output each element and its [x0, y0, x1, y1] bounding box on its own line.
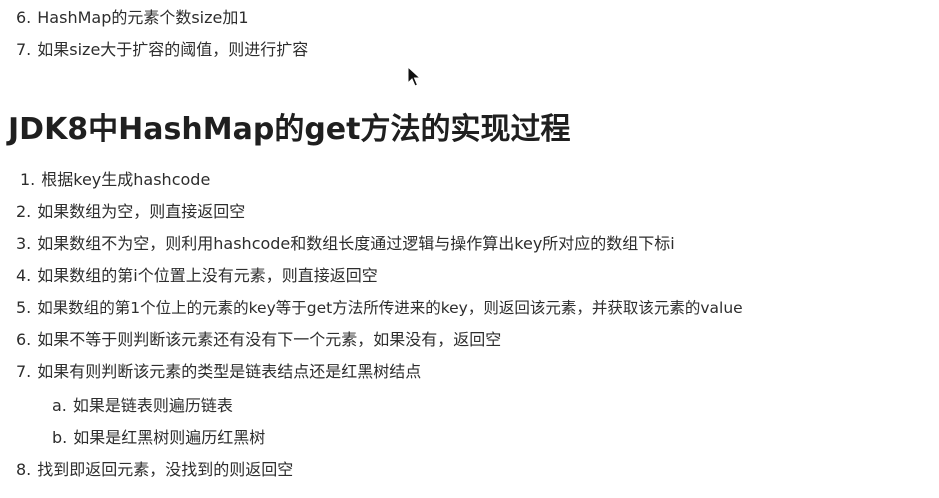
list-item-text: 根据key生成hashcode: [41, 170, 211, 189]
list-item-text: 如果数组为空，则直接返回空: [37, 202, 246, 221]
list-item-text: 如果数组不为空，则利用hashcode和数组长度通过逻辑与操作算出key所对应的…: [37, 234, 675, 253]
list-item-number: 6.: [16, 8, 32, 27]
list-item-number: 1.: [20, 170, 36, 189]
list-item: 8. 找到即返回元素，没找到的则返回空: [16, 460, 293, 480]
list-item-text: 如果数组的第1个位上的元素的key等于get方法所传进来的key，则返回该元素，…: [37, 299, 743, 317]
list-item-number: 8.: [16, 460, 32, 479]
list-item-number: 2.: [16, 202, 32, 221]
list-item-text: 如果size大于扩容的阈值，则进行扩容: [37, 40, 309, 59]
list-item-number: 4.: [16, 266, 32, 285]
list-item: b. 如果是红黑树则遍历红黑树: [52, 428, 265, 448]
list-item-text: 如果有则判断该元素的类型是链表结点还是红黑树结点: [37, 362, 422, 381]
list-item: 5. 如果数组的第1个位上的元素的key等于get方法所传进来的key，则返回该元…: [16, 298, 743, 318]
list-item-number: 7.: [16, 40, 32, 59]
list-item-number: a.: [52, 396, 67, 415]
list-item-text: 如果不等于则判断该元素还有没有下一个元素，如果没有，返回空: [37, 330, 502, 349]
list-item: 6. HashMap的元素个数size加1: [16, 8, 249, 28]
list-item-number: 5.: [16, 298, 32, 317]
list-item: a. 如果是链表则遍历链表: [52, 396, 233, 416]
list-item: 2. 如果数组为空，则直接返回空: [16, 202, 245, 222]
list-item-text: HashMap的元素个数size加1: [37, 8, 249, 27]
list-item: 1. 根据key生成hashcode: [20, 170, 210, 190]
list-item-text: 找到即返回元素，没找到的则返回空: [37, 460, 294, 479]
list-item-number: 3.: [16, 234, 32, 253]
list-item-text: 如果是链表则遍历链表: [72, 396, 233, 415]
list-item: 6. 如果不等于则判断该元素还有没有下一个元素，如果没有，返回空: [16, 330, 501, 350]
list-item-text: 如果数组的第i个位置上没有元素，则直接返回空: [37, 266, 378, 285]
list-item: 7. 如果有则判断该元素的类型是链表结点还是红黑树结点: [16, 362, 421, 382]
list-item-text: 如果是红黑树则遍历红黑树: [73, 428, 266, 447]
list-item: 7. 如果size大于扩容的阈值，则进行扩容: [16, 40, 308, 60]
list-item: 4. 如果数组的第i个位置上没有元素，则直接返回空: [16, 266, 378, 286]
list-item: 3. 如果数组不为空，则利用hashcode和数组长度通过逻辑与操作算出key所对…: [16, 234, 675, 254]
section-title: JDK8中HashMap的get方法的实现过程: [8, 112, 571, 147]
mouse-pointer-icon: [407, 66, 421, 87]
list-item-number: b.: [52, 428, 68, 447]
list-item-number: 6.: [16, 330, 32, 349]
list-item-number: 7.: [16, 362, 32, 381]
